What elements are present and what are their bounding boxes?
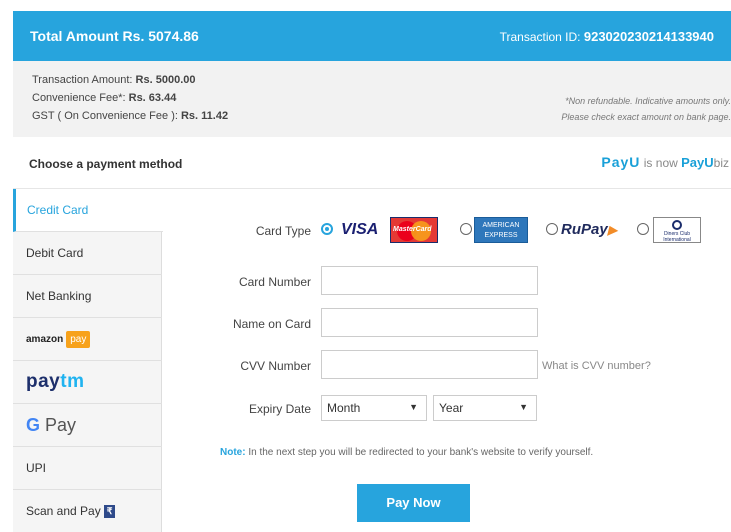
amex-line-2: EXPRESS xyxy=(484,232,518,239)
amount-summary: Transaction Amount: Rs. 5000.00 Convenie… xyxy=(13,61,731,137)
diners-line-2: International xyxy=(663,237,691,243)
diners-club-logo: Diners Club International xyxy=(653,217,701,243)
note-text: In the next step you will be redirected … xyxy=(248,447,594,458)
expiry-month-select[interactable]: Month ▼ xyxy=(321,395,427,421)
sidebar-item-label: Scan and Pay xyxy=(26,504,101,518)
payu-middle-text: is now xyxy=(643,156,678,170)
radio-rupay[interactable] xyxy=(546,223,558,235)
mastercard-text: MasterCard xyxy=(393,226,432,233)
rupay-logo: RuPay▶ xyxy=(561,221,617,238)
gst-row: GST ( On Convenience Fee ): Rs. 11.42 xyxy=(32,107,228,125)
sidebar-item-scan-and-pay[interactable]: Scan and Pay ₹ xyxy=(13,490,162,532)
convenience-fee-value: Rs. 63.44 xyxy=(128,92,177,104)
paytm-wordmark-b: tm xyxy=(60,371,85,392)
amex-line-1: AMERICAN xyxy=(482,222,520,229)
google-pay-wordmark: Pay xyxy=(45,414,77,435)
radio-diners[interactable] xyxy=(637,223,649,235)
sidebar-item-credit-card[interactable]: Credit Card xyxy=(13,189,163,232)
fee-note-1: *Non refundable. Indicative amounts only… xyxy=(565,96,731,106)
card-number-input[interactable] xyxy=(321,266,538,295)
payu-brand: PayU xyxy=(601,154,641,170)
expiry-year-value: Year xyxy=(439,401,464,415)
transaction-id-value: 923020230214133940 xyxy=(583,29,714,44)
google-g-icon: G xyxy=(26,414,41,435)
sidebar-item-upi[interactable]: UPI xyxy=(13,447,162,490)
credit-card-form: Card Type VISA MasterCard AMERICAN EXPRE… xyxy=(163,189,731,532)
sidebar-item-debit-card[interactable]: Debit Card xyxy=(13,232,162,275)
total-label: Total Amount xyxy=(30,28,119,44)
bharat-qr-icon: ₹ xyxy=(103,504,116,518)
fee-note-2: Please check exact amount on bank page. xyxy=(561,112,731,122)
expiry-date-label: Expiry Date xyxy=(248,402,311,416)
expiry-year-select[interactable]: Year ▼ xyxy=(433,395,537,421)
transaction-amount-value: Rs. 5000.00 xyxy=(135,74,196,86)
sidebar-item-label: Net Banking xyxy=(26,289,92,303)
choose-method-row: Choose a payment method PayU is now PayU… xyxy=(13,137,731,189)
sidebar-item-amazon-pay[interactable]: amazon pay xyxy=(13,318,162,361)
card-type-label: Card Type xyxy=(255,224,311,238)
transaction-amount-row: Transaction Amount: Rs. 5000.00 xyxy=(32,71,228,89)
paytm-wordmark-a: pay xyxy=(26,371,61,392)
radio-amex[interactable] xyxy=(460,223,472,235)
sidebar-item-net-banking[interactable]: Net Banking xyxy=(13,275,162,318)
total-value: Rs. 5074.86 xyxy=(122,28,199,44)
payu-suffix: biz xyxy=(713,156,729,170)
radio-checked-icon[interactable] xyxy=(321,223,333,235)
paytm-logo: paytm xyxy=(26,371,84,393)
convenience-fee-row: Convenience Fee*: Rs. 63.44 xyxy=(32,89,228,107)
transaction-id: Transaction ID: 923020230214133940 xyxy=(500,29,714,44)
cvv-label: CVV Number xyxy=(240,359,311,373)
header-bar: Total Amount Rs. 5074.86 Transaction ID:… xyxy=(13,11,731,61)
payu-logo: PayU is now PayUbiz xyxy=(601,154,729,170)
expiry-month-value: Month xyxy=(327,401,361,415)
sidebar-item-paytm[interactable]: paytm xyxy=(13,361,162,404)
gst-label: GST ( On Convenience Fee ): xyxy=(32,110,178,122)
google-pay-logo: G Pay xyxy=(26,415,76,436)
payment-method-sidebar: Credit Card Debit Card Net Banking amazo… xyxy=(13,189,163,532)
card-number-label: Card Number xyxy=(238,275,311,289)
sidebar-item-google-pay[interactable]: G Pay xyxy=(13,404,162,447)
note-label: Note: xyxy=(220,447,246,458)
chevron-down-icon: ▼ xyxy=(519,402,528,412)
gst-value: Rs. 11.42 xyxy=(180,110,229,122)
redirect-note: Note: In the next step you will be redir… xyxy=(220,447,593,458)
visa-logo: VISA xyxy=(341,221,379,238)
rupay-text: RuPay xyxy=(561,221,608,238)
payu-brand-2: PayU xyxy=(681,155,714,170)
transaction-amount-label: Transaction Amount: xyxy=(32,74,133,86)
choose-method-title: Choose a payment method xyxy=(29,157,183,171)
transaction-id-label: Transaction ID: xyxy=(499,30,581,44)
amazon-pay-logo: amazon pay xyxy=(26,330,91,348)
sidebar-item-label: Debit Card xyxy=(26,246,84,260)
pay-now-button[interactable]: Pay Now xyxy=(357,484,470,522)
amex-logo: AMERICAN EXPRESS xyxy=(474,217,528,243)
mastercard-logo: MasterCard xyxy=(390,217,438,243)
name-on-card-label: Name on Card xyxy=(232,317,311,331)
total-amount: Total Amount Rs. 5074.86 xyxy=(30,28,199,44)
cvv-help-link[interactable]: What is CVV number? xyxy=(542,360,651,372)
cvv-input[interactable] xyxy=(321,350,538,379)
sidebar-item-label: UPI xyxy=(26,461,47,475)
sidebar-item-label: Credit Card xyxy=(27,203,89,217)
amazon-wordmark: amazon xyxy=(26,333,64,345)
convenience-fee-label: Convenience Fee*: xyxy=(32,92,126,104)
chevron-down-icon: ▼ xyxy=(409,402,418,412)
amazon-pay-badge: pay xyxy=(66,330,91,348)
name-on-card-input[interactable] xyxy=(321,308,538,337)
